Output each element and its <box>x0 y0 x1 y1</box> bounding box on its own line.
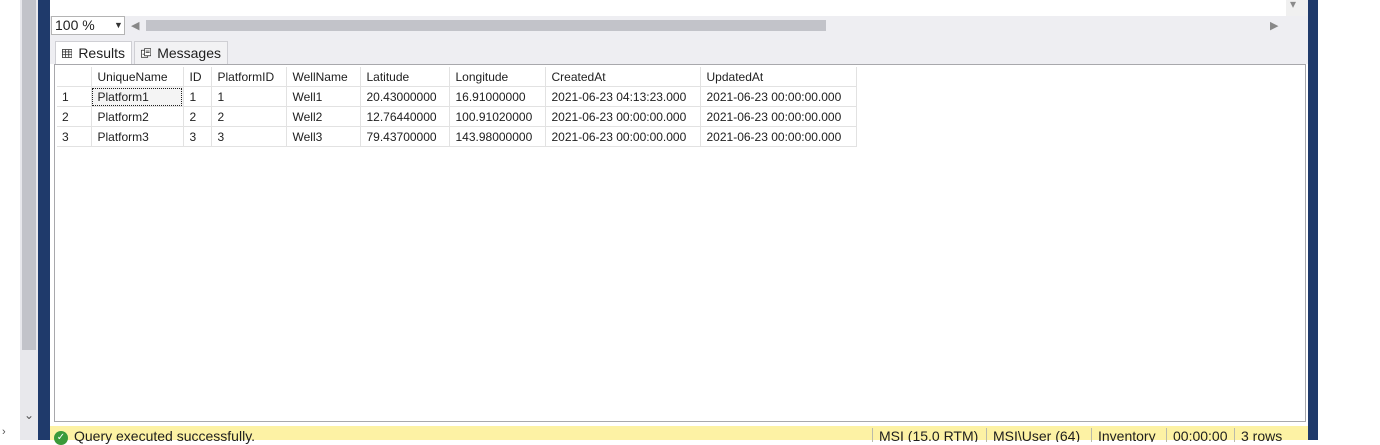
cell-uniquename[interactable]: Platform3 <box>91 126 184 147</box>
cell-wellname[interactable]: Well2 <box>286 106 361 127</box>
column-header-rownum[interactable] <box>57 67 92 87</box>
cell-longitude[interactable]: 143.98000000 <box>449 126 546 147</box>
cell-latitude[interactable]: 20.43000000 <box>360 86 450 107</box>
cell-platformid[interactable]: 2 <box>211 106 287 127</box>
status-message: Query executed successfully. <box>74 428 256 444</box>
tab-messages-label: Messages <box>157 44 221 61</box>
window-frame-right <box>1308 0 1318 440</box>
scroll-left-arrow-icon[interactable]: ◀ <box>131 17 139 35</box>
results-tabstrip <box>50 36 1308 64</box>
cell-wellname[interactable]: Well1 <box>286 86 361 107</box>
cell-updatedat[interactable]: 2021-06-23 00:00:00.000 <box>700 106 857 127</box>
results-grid[interactable]: UniqueName ID PlatformID WellName Latitu… <box>57 67 857 147</box>
left-scrollbar-thumb[interactable] <box>22 0 36 350</box>
horizontal-scrollbar-thumb[interactable] <box>146 20 826 31</box>
scroll-down-arrow-icon[interactable]: ▾ <box>1290 0 1296 11</box>
tab-results[interactable]: Results <box>55 41 132 64</box>
row-number[interactable]: 2 <box>57 106 92 127</box>
cell-platformid[interactable]: 3 <box>211 126 287 147</box>
column-header-id[interactable]: ID <box>183 67 212 87</box>
column-header-wellname[interactable]: WellName <box>286 67 361 87</box>
table-row[interactable]: 3 Platform3 3 3 Well3 79.43700000 143.98… <box>57 126 857 147</box>
column-header-latitude[interactable]: Latitude <box>360 67 450 87</box>
tab-results-label: Results <box>78 44 125 61</box>
column-header-platformid[interactable]: PlatformID <box>211 67 287 87</box>
right-background <box>1318 0 1380 440</box>
cell-id[interactable]: 2 <box>183 106 212 127</box>
cell-id[interactable]: 1 <box>183 86 212 107</box>
cell-createdat[interactable]: 2021-06-23 04:13:23.000 <box>545 86 701 107</box>
column-header-updatedat[interactable]: UpdatedAt <box>700 67 857 87</box>
header-row: UniqueName ID PlatformID WellName Latitu… <box>57 67 857 87</box>
messages-icon <box>141 48 152 58</box>
cell-uniquename[interactable]: Platform2 <box>91 106 184 127</box>
table-row[interactable]: 1 Platform1 1 1 Well1 20.43000000 16.910… <box>57 86 857 107</box>
cell-updatedat[interactable]: 2021-06-23 00:00:00.000 <box>700 86 857 107</box>
column-header-createdat[interactable]: CreatedAt <box>545 67 701 87</box>
cell-longitude[interactable]: 16.91000000 <box>449 86 546 107</box>
dropdown-arrow-icon[interactable]: ▼ <box>114 16 123 35</box>
cell-createdat[interactable]: 2021-06-23 00:00:00.000 <box>545 126 701 147</box>
grid-icon <box>62 48 73 58</box>
success-check-icon: ✓ <box>54 431 68 445</box>
zoom-value: 100 % <box>55 17 95 33</box>
cell-latitude[interactable]: 79.43700000 <box>360 126 450 147</box>
column-header-uniquename[interactable]: UniqueName <box>91 67 184 87</box>
left-background <box>0 0 20 440</box>
table-row[interactable]: 2 Platform2 2 2 Well2 12.76440000 100.91… <box>57 106 857 127</box>
cell-wellname[interactable]: Well3 <box>286 126 361 147</box>
chevron-right-icon[interactable]: › <box>2 424 16 440</box>
column-header-longitude[interactable]: Longitude <box>449 67 546 87</box>
scroll-right-arrow-icon[interactable]: ▶ <box>1270 17 1278 35</box>
cell-uniquename[interactable]: Platform1 <box>91 86 184 107</box>
window-frame-left <box>38 0 50 440</box>
row-number[interactable]: 1 <box>57 86 92 107</box>
chevron-down-icon[interactable]: ⌄ <box>20 405 38 425</box>
cell-id[interactable]: 3 <box>183 126 212 147</box>
row-number[interactable]: 3 <box>57 126 92 147</box>
cell-createdat[interactable]: 2021-06-23 00:00:00.000 <box>545 106 701 127</box>
cell-longitude[interactable]: 100.91020000 <box>449 106 546 127</box>
cell-latitude[interactable]: 12.76440000 <box>360 106 450 127</box>
tab-messages[interactable]: Messages <box>134 41 228 64</box>
cell-platformid[interactable]: 1 <box>211 86 287 107</box>
query-editor[interactable] <box>50 0 1308 16</box>
cell-updatedat[interactable]: 2021-06-23 00:00:00.000 <box>700 126 857 147</box>
